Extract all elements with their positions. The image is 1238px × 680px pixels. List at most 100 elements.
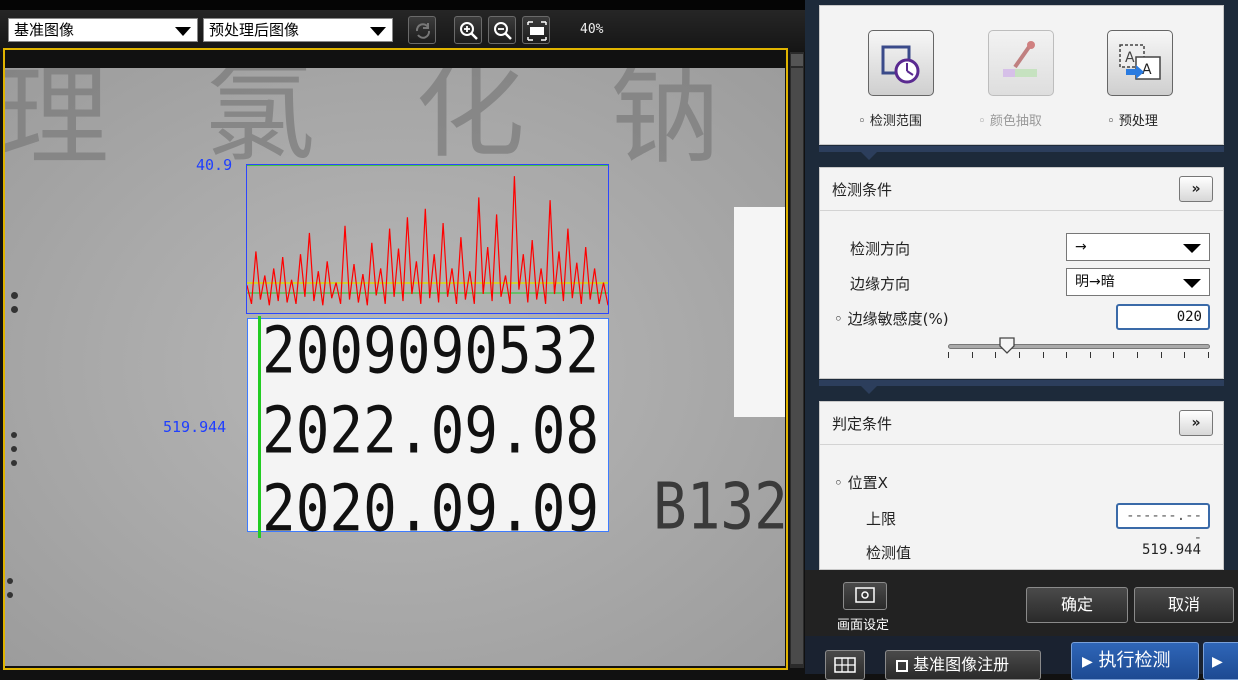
dot-mark <box>11 292 18 299</box>
ok-button[interactable]: 确定 <box>1026 587 1128 623</box>
slider-tick <box>1184 352 1186 358</box>
zoom-out-button[interactable] <box>488 16 516 44</box>
judgement-expand-button[interactable]: » <box>1179 410 1213 436</box>
background-char: 理 <box>5 68 109 181</box>
slider-track <box>948 344 1210 349</box>
top-toolbar: 基准图像 预处理后图像 40% <box>0 0 805 52</box>
edge-sensitivity-slider[interactable] <box>948 337 1210 364</box>
measured-value-label: 检测值 <box>866 544 912 562</box>
zoom-in-icon <box>460 22 478 40</box>
slider-tick <box>995 352 997 358</box>
preprocess-button[interactable]: A A <box>1107 30 1173 96</box>
register-reference-button[interactable]: 基准图像注册 <box>885 650 1041 680</box>
slider-tick <box>1137 352 1139 358</box>
judgement-conditions-card: 判定条件 » ◦ 位置X 上限 ------.--- 检测值 519.944 <box>819 401 1224 570</box>
printed-line: 2020.09.09 <box>262 472 600 547</box>
chevron-down-icon <box>1183 279 1201 288</box>
upper-limit-label: 上限 <box>866 510 897 528</box>
section-notch <box>861 152 877 160</box>
screen-settings-button[interactable] <box>843 582 887 610</box>
slider-tick <box>1089 352 1091 358</box>
detected-edge-line <box>258 316 261 538</box>
detection-range-button[interactable] <box>868 30 934 96</box>
toolbar-top-strip <box>0 0 805 10</box>
dot-mark <box>11 432 17 438</box>
screen-settings-icon <box>855 587 875 603</box>
dot-mark <box>11 460 17 466</box>
position-x-label: 位置X <box>847 474 888 492</box>
color-extract-icon <box>1003 41 1037 77</box>
position-x-row: ◦ 位置X <box>834 474 888 492</box>
side-printed-text: B132 <box>653 470 785 545</box>
grid-view-button[interactable] <box>825 650 865 680</box>
grid-icon <box>834 657 856 673</box>
slider-tick <box>971 352 973 358</box>
reference-image-dropdown-value: 基准图像 <box>14 21 75 39</box>
edge-histogram-chart <box>247 165 608 306</box>
next-step-button[interactable]: ▶ <box>1203 642 1238 680</box>
tool-label: ◦ 颜色抽取 <box>978 114 1042 129</box>
dot-mark <box>7 578 13 584</box>
color-extract-label: 颜色抽取 <box>989 114 1042 129</box>
tool-card: A A ◦ 检测范围 ◦ 颜色抽取 ◦ 预处理 <box>819 5 1224 145</box>
chevron-down-icon <box>1183 244 1201 253</box>
refresh-icon <box>415 23 431 39</box>
processed-image-dropdown[interactable]: 预处理后图像 <box>203 18 393 42</box>
detection-conditions-header: 检测条件 » <box>820 168 1223 211</box>
refresh-button[interactable] <box>408 16 436 44</box>
dot-mark <box>11 446 17 452</box>
edge-direction-select[interactable]: 明→暗 <box>1066 268 1210 296</box>
run-detection-button[interactable]: ▶ 执行检测 <box>1071 642 1199 680</box>
detection-direction-label: 检测方向 <box>850 240 911 258</box>
reference-image-dropdown[interactable]: 基准图像 <box>8 18 198 42</box>
fit-screen-icon <box>527 21 547 41</box>
screen-settings-label: 画面设定 <box>837 618 890 633</box>
processed-image-dropdown-value: 预处理后图像 <box>209 21 300 39</box>
color-extract-button[interactable] <box>988 30 1054 96</box>
edge-sensitivity-label: 边缘敏感度(%) <box>847 310 949 328</box>
step-icon: ▶ <box>1212 654 1223 670</box>
zoom-level-label: 40% <box>580 22 604 37</box>
fit-screen-button[interactable] <box>522 16 550 44</box>
edge-direction-value: 明→暗 <box>1075 274 1115 290</box>
detection-expand-button[interactable]: » <box>1179 176 1213 202</box>
edge-direction-label: 边缘方向 <box>850 275 911 293</box>
slider-tick <box>1018 352 1020 358</box>
slider-tick <box>1042 352 1044 358</box>
histogram-series <box>247 176 608 306</box>
cancel-button[interactable]: 取消 <box>1134 587 1234 623</box>
printed-line: 2022.09.08 <box>262 394 600 469</box>
svg-text:A: A <box>1142 62 1152 78</box>
peak-value-label: 40.9 <box>196 156 233 174</box>
zoom-out-icon <box>494 22 512 40</box>
dot-mark <box>11 306 18 313</box>
zoom-in-button[interactable] <box>454 16 482 44</box>
detection-direction-select[interactable]: → <box>1066 233 1210 261</box>
slider-thumb[interactable] <box>999 337 1015 354</box>
position-value-label: 519.944 <box>163 418 227 436</box>
detection-conditions-title: 检测条件 <box>832 181 893 199</box>
upper-limit-input[interactable]: ------.--- <box>1116 503 1210 546</box>
register-reference-label: 基准图像注册 <box>913 655 1010 674</box>
tool-label: ◦ 检测范围 <box>858 114 922 129</box>
scroll-thumb[interactable] <box>791 68 803 664</box>
edge-sensitivity-input[interactable]: 020 <box>1116 304 1210 330</box>
background-char: 钠 <box>610 68 720 179</box>
edge-histogram-box <box>246 164 609 314</box>
tool-label: ◦ 预处理 <box>1107 114 1158 129</box>
preprocess-label: 预处理 <box>1118 114 1158 129</box>
slider-tick <box>1208 352 1209 358</box>
play-icon: ▶ <box>1082 654 1093 670</box>
detection-range-label: 检测范围 <box>869 114 922 129</box>
slider-tick <box>1066 352 1068 358</box>
slider-thumb-icon <box>999 337 1015 354</box>
camera-image[interactable]: 理 氯 化 钠 2009090532 2022.09.08 2020.09.09… <box>5 68 785 666</box>
judgement-conditions-title: 判定条件 <box>832 415 893 433</box>
scroll-up-arrow[interactable] <box>791 54 803 66</box>
sensitivity-row: ◦ 边缘敏感度(%) <box>834 310 949 328</box>
bottom-bar: 画面设定 确定 取消 基准图像注册 ▶ 执行检测 ▶ <box>805 570 1238 680</box>
chevron-down-icon <box>175 27 191 36</box>
printed-line: 2009090532 <box>262 314 600 389</box>
slider-ticks <box>948 352 1210 360</box>
white-label-patch <box>734 207 785 417</box>
